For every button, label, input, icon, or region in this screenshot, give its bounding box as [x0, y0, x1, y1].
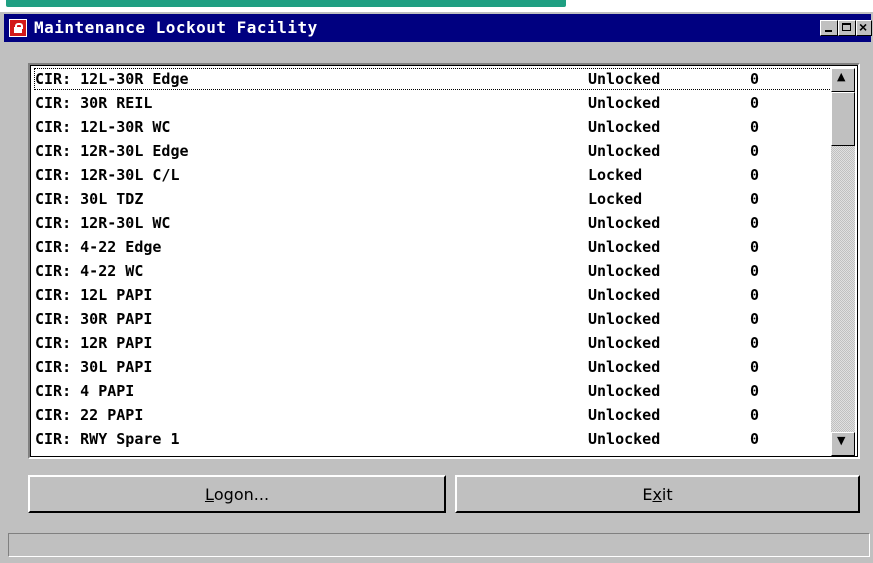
- lock-status: Unlocked: [588, 70, 661, 88]
- background-window-title-stub: [6, 0, 566, 7]
- circuit-name: CIR: 30R REIL: [35, 94, 153, 112]
- lock-status: Unlocked: [588, 382, 661, 400]
- lock-app-icon[interactable]: [9, 19, 27, 37]
- lock-count: 0: [750, 358, 760, 376]
- logon-button[interactable]: Logon...: [28, 475, 446, 513]
- exit-button[interactable]: Ex it: [455, 475, 860, 513]
- lock-status: Unlocked: [588, 286, 661, 304]
- lock-count: 0: [750, 430, 760, 448]
- list-item[interactable]: CIR: 12L PAPI Unlocked 0: [33, 283, 833, 307]
- list-item[interactable]: CIR: 30L TDZ Locked 0: [33, 187, 833, 211]
- list-item[interactable]: CIR: 30R REIL Unlocked 0: [33, 91, 833, 115]
- list-item[interactable]: CIR: 12L-30R WC Unlocked 0: [33, 115, 833, 139]
- lock-status: Locked: [588, 166, 643, 184]
- maximize-button[interactable]: [838, 20, 856, 36]
- lock-status: Unlocked: [588, 94, 661, 112]
- circuit-name: CIR: 4-22 Edge: [35, 238, 162, 256]
- list-item[interactable]: CIR: RWY Spare 1 Unlocked 0: [33, 427, 833, 451]
- lock-status: Unlocked: [588, 430, 661, 448]
- arrow-down-icon: ▼: [837, 434, 846, 447]
- lock-count: 0: [750, 382, 760, 400]
- lock-count: 0: [750, 262, 760, 280]
- arrow-up-icon: ▲: [837, 70, 846, 83]
- lock-count: 0: [750, 310, 760, 328]
- lock-count: 0: [750, 166, 760, 184]
- minimize-button[interactable]: [820, 20, 838, 36]
- circuit-name: CIR: 12R-30L WC: [35, 214, 171, 232]
- lock-status: Unlocked: [588, 406, 661, 424]
- circuit-name: CIR: RWY Spare 1: [35, 430, 180, 448]
- lock-count: 0: [750, 406, 760, 424]
- lock-status: Unlocked: [588, 118, 661, 136]
- circuit-name: CIR: 12R PAPI: [35, 334, 153, 352]
- list-item[interactable]: CIR: 30L PAPI Unlocked 0: [33, 355, 833, 379]
- lock-status: Unlocked: [588, 214, 661, 232]
- scroll-up-button[interactable]: ▲: [831, 68, 855, 92]
- exit-label-start: E: [642, 484, 653, 504]
- lock-count: 0: [750, 70, 760, 88]
- logon-label: ogon...: [213, 484, 270, 504]
- list-item[interactable]: CIR: 12R-30L WC Unlocked 0: [33, 211, 833, 235]
- maintenance-lockout-window: Maintenance Lockout Facility × CIR: 12L-…: [0, 12, 873, 563]
- circuit-name: CIR: 12L-30R WC: [35, 118, 171, 136]
- circuit-list-rows: CIR: 12L-30R Edge Unlocked 0 CIR: 30R REIL U…: [33, 67, 833, 457]
- lock-count: 0: [750, 238, 760, 256]
- circuit-name: CIR: 4 PAPI: [35, 382, 135, 400]
- circuit-list[interactable]: CIR: 12L-30R Edge Unlocked 0 CIR: 30R REIL U…: [28, 63, 860, 459]
- list-item[interactable]: CIR: 4 PAPI Unlocked 0: [33, 379, 833, 403]
- status-bar: [8, 533, 870, 557]
- lock-count: 0: [750, 190, 760, 208]
- vertical-scrollbar[interactable]: ▲ ▼: [831, 68, 855, 456]
- lock-status: Unlocked: [588, 334, 661, 352]
- list-item[interactable]: CIR: 4-22 Edge Unlocked 0: [33, 235, 833, 259]
- list-item[interactable]: CIR: 4-22 WC Unlocked 0: [33, 259, 833, 283]
- lock-count: 0: [750, 94, 760, 112]
- circuit-name: CIR: 12L-30R Edge: [35, 70, 189, 88]
- list-item[interactable]: CIR: 30R PAPI Unlocked 0: [33, 307, 833, 331]
- scrollbar-thumb[interactable]: [831, 92, 855, 146]
- lock-count: 0: [750, 214, 760, 232]
- lock-count: 0: [750, 334, 760, 352]
- lock-status: Unlocked: [588, 310, 661, 328]
- exit-label-end: it: [661, 484, 673, 504]
- window-title: Maintenance Lockout Facility: [34, 18, 318, 37]
- lock-status: Unlocked: [588, 142, 661, 160]
- exit-mnemonic: x: [652, 484, 662, 504]
- lock-count: 0: [750, 142, 760, 160]
- list-item[interactable]: CIR: 12R-30L Edge Unlocked 0: [33, 139, 833, 163]
- lock-count: 0: [750, 286, 760, 304]
- lock-status: Unlocked: [588, 358, 661, 376]
- lock-count: 0: [750, 118, 760, 136]
- lock-status: Locked: [588, 190, 643, 208]
- list-item[interactable]: CIR: 12L-30R Edge Unlocked 0: [33, 67, 833, 91]
- title-bar[interactable]: Maintenance Lockout Facility ×: [4, 14, 872, 42]
- circuit-name: CIR: 12R-30L Edge: [35, 142, 189, 160]
- close-button[interactable]: ×: [856, 19, 872, 36]
- circuit-name: CIR: 12L PAPI: [35, 286, 153, 304]
- list-item[interactable]: CIR: 12R PAPI Unlocked 0: [33, 331, 833, 355]
- list-item[interactable]: CIR: 12R-30L C/L Locked 0: [33, 163, 833, 187]
- lock-status: Unlocked: [588, 238, 661, 256]
- scroll-down-button[interactable]: ▼: [831, 432, 855, 456]
- logon-mnemonic: L: [204, 484, 214, 504]
- close-icon: ×: [859, 19, 868, 35]
- background-window-strip: [0, 0, 873, 12]
- circuit-name: CIR: 12R-30L C/L: [35, 166, 180, 184]
- circuit-name: CIR: 30L PAPI: [35, 358, 153, 376]
- circuit-name: CIR: 30L TDZ: [35, 190, 144, 208]
- list-item[interactable]: CIR: 22 PAPI Unlocked 0: [33, 403, 833, 427]
- circuit-name: CIR: 22 PAPI: [35, 406, 144, 424]
- lock-status: Unlocked: [588, 262, 661, 280]
- circuit-name: CIR: 4-22 WC: [35, 262, 144, 280]
- circuit-name: CIR: 30R PAPI: [35, 310, 153, 328]
